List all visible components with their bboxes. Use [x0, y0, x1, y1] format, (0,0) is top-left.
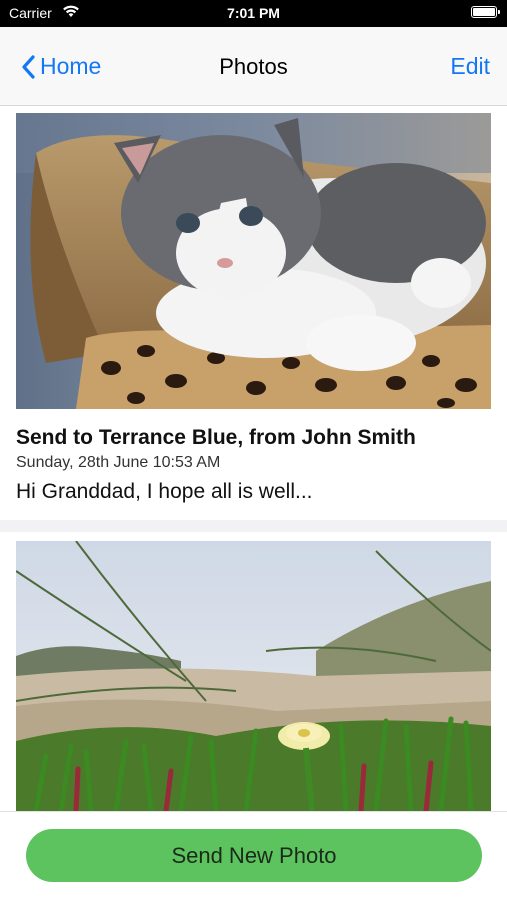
send-new-photo-button[interactable]: Send New Photo [26, 829, 482, 882]
page-title: Photos [219, 54, 288, 79]
post-date: Sunday, 28th June 10:53 AM [16, 454, 221, 471]
kitten-photo[interactable] [16, 113, 491, 409]
status-bar: Carrier 7:01 PM [0, 0, 507, 27]
battery-icon [471, 6, 500, 18]
post-message: Hi Granddad, I hope all is well... [16, 480, 313, 503]
status-time: 7:01 PM [227, 5, 280, 21]
photo-feed[interactable]: Send to Terrance Blue, from John Smith S… [0, 106, 507, 811]
post-title: Send to Terrance Blue, from John Smith [16, 426, 416, 449]
photo-card[interactable]: Send to Terrance Blue, from John Smith S… [0, 106, 507, 520]
navigation-bar: Home Photos Edit [0, 27, 507, 106]
beach-grass-flower-photo[interactable] [16, 541, 491, 811]
edit-button[interactable]: Edit [450, 53, 490, 80]
bottom-toolbar: Send New Photo [0, 811, 507, 900]
photo-card[interactable] [0, 532, 507, 811]
